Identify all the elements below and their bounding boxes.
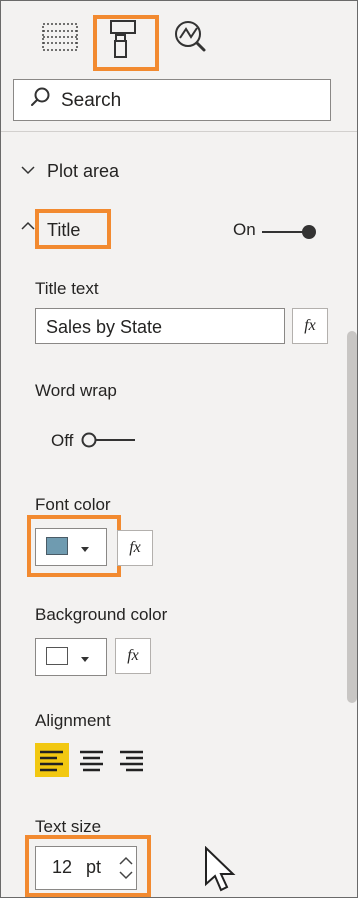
analytics-magnifier-icon[interactable]: [169, 15, 215, 61]
alignment-label: Alignment: [35, 711, 111, 730]
chevron-down-icon: [80, 539, 90, 552]
toolbar-divider: [1, 131, 357, 132]
background-color-fx-button[interactable]: fx: [115, 638, 151, 674]
title-text-label: Title text: [35, 279, 99, 298]
text-size-unit: pt: [86, 857, 102, 877]
word-wrap-toggle-switch[interactable]: [81, 431, 141, 449]
alignment-controls: [35, 743, 147, 777]
align-left-icon[interactable]: [35, 743, 69, 777]
search-icon: [29, 85, 53, 109]
mouse-cursor-icon: [203, 845, 239, 894]
section-title[interactable]: Title On: [1, 201, 357, 255]
text-size-value: 12: [52, 857, 73, 877]
section-plot-area[interactable]: Plot area: [1, 147, 357, 201]
font-color-label: Font color: [35, 495, 111, 514]
paint-roller-icon[interactable]: [101, 19, 147, 65]
chevron-down-icon: [19, 161, 37, 179]
title-toggle-label: On: [233, 220, 256, 239]
background-color-dropdown[interactable]: [35, 638, 107, 676]
align-center-icon[interactable]: [75, 743, 109, 777]
title-text-input[interactable]: Sales by State: [35, 308, 285, 344]
font-color-fx-button[interactable]: fx: [117, 530, 153, 566]
text-size-stepper-icon[interactable]: [118, 853, 134, 883]
scrollbar[interactable]: [347, 331, 357, 703]
title-text-value: Sales by State: [46, 317, 163, 337]
word-wrap-value: Off: [51, 431, 74, 450]
font-color-dropdown[interactable]: [35, 528, 107, 566]
search-placeholder: Search: [61, 90, 122, 111]
background-color-swatch: [46, 647, 68, 665]
word-wrap-label: Word wrap: [35, 381, 117, 400]
font-color-swatch: [46, 537, 68, 555]
title-text-fx-button[interactable]: fx: [292, 308, 328, 344]
format-pane: Search Plot area Title On Title text Sal…: [0, 0, 358, 898]
toolbar: Search: [1, 1, 357, 133]
plot-area-label: Plot area: [47, 161, 120, 181]
background-color-label: Background color: [35, 605, 168, 624]
title-label: Title: [47, 220, 81, 240]
fields-table-icon[interactable]: [39, 15, 85, 61]
text-size-label: Text size: [35, 817, 102, 836]
title-toggle-switch[interactable]: [259, 223, 321, 241]
chevron-down-icon: [80, 649, 90, 662]
align-right-icon[interactable]: [115, 743, 149, 777]
text-size-input[interactable]: 12 pt: [35, 846, 137, 890]
